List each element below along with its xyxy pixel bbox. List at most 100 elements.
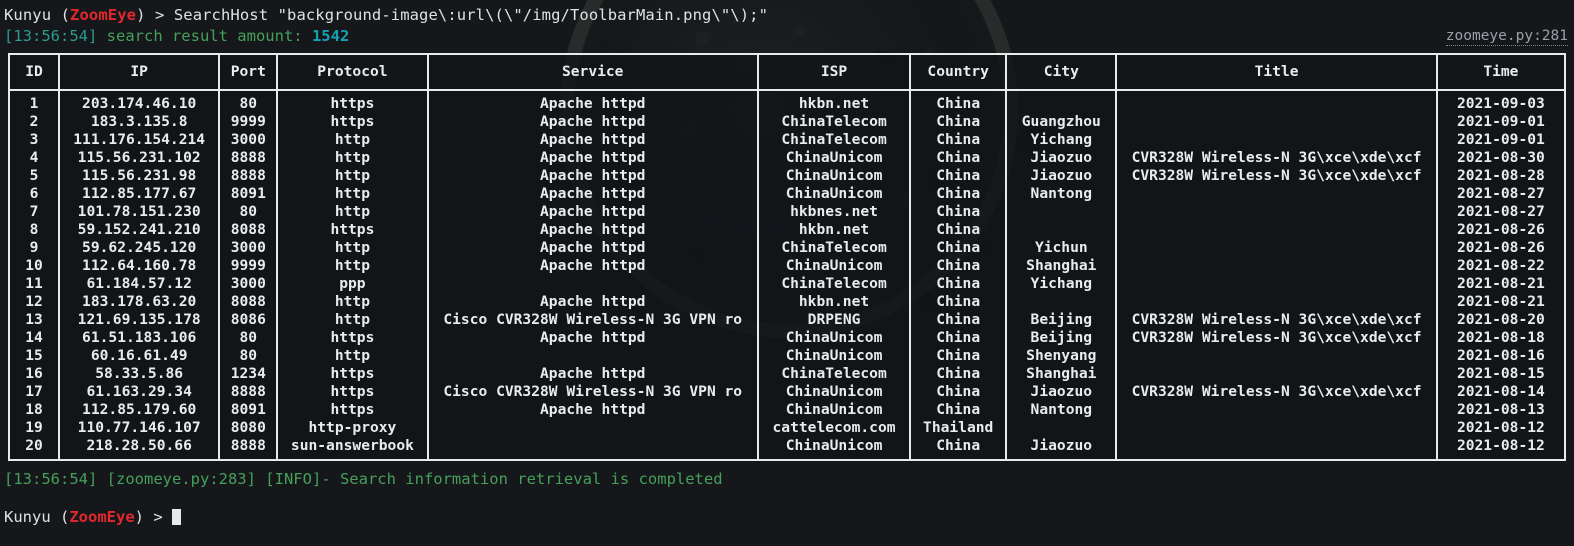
prompt-app-name-2: ZoomEye xyxy=(69,508,135,526)
search-result-amount-line: [13:56:54] search result amount: 1542 xyxy=(0,24,1574,45)
table-row[interactable]: 17 61.163.29.34 8888 https Cisco CVR328W Wir… xyxy=(8,383,1566,401)
cell-id: 9 xyxy=(8,239,59,257)
table-row[interactable]: 9 59.62.245.120 3000 http Apache httpd ChinaT… xyxy=(8,239,1566,257)
column-header-isp[interactable]: ISP xyxy=(756,53,910,91)
cell-title xyxy=(1115,239,1436,257)
cell-time: 2021-09-01 xyxy=(1435,113,1566,131)
cell-title xyxy=(1115,275,1436,293)
column-header-id[interactable]: ID xyxy=(8,53,59,91)
cell-city xyxy=(1005,419,1116,437)
input-prompt-line[interactable]: Kunyu (ZoomEye) > xyxy=(0,489,1574,527)
text-cursor[interactable] xyxy=(172,509,182,525)
table-row[interactable]: 20 218.28.50.66 8888 sun-answerbook ChinaUni… xyxy=(8,437,1566,461)
cell-service: Apache httpd xyxy=(426,149,757,167)
prompt-close-paren: ) xyxy=(136,6,155,24)
cell-id: 11 xyxy=(8,275,59,293)
cell-title xyxy=(1115,293,1436,311)
cell-ip: 61.51.183.106 xyxy=(58,329,219,347)
cell-ip: 115.56.231.102 xyxy=(58,149,219,167)
table-row[interactable]: 11 61.184.57.12 3000 ppp ChinaTelecom China Yi… xyxy=(8,275,1566,293)
cell-time: 2021-08-12 xyxy=(1435,419,1566,437)
column-header-port[interactable]: Port xyxy=(218,53,277,91)
cell-title xyxy=(1115,401,1436,419)
cell-id: 19 xyxy=(8,419,59,437)
cell-id: 8 xyxy=(8,221,59,239)
cell-ip: 112.64.160.78 xyxy=(58,257,219,275)
column-header-time[interactable]: Time xyxy=(1435,53,1566,91)
cell-city: Shanghai xyxy=(1005,365,1116,383)
cell-country: China xyxy=(909,149,1006,167)
cell-protocol: http xyxy=(276,131,427,149)
column-header-service[interactable]: Service xyxy=(426,53,757,91)
cell-service: Cisco CVR328W Wireless-N 3G VPN ro xyxy=(426,383,757,401)
cell-service: Apache httpd xyxy=(426,365,757,383)
command-text: SearchHost "background-image\:url\(\"/im… xyxy=(173,6,769,24)
column-header-country[interactable]: Country xyxy=(909,53,1006,91)
cell-port: 8888 xyxy=(218,167,277,185)
log-message: Search information retrieval is complete… xyxy=(339,470,723,488)
table-row[interactable]: 10 112.64.160.78 9999 http Apache httpd China… xyxy=(8,257,1566,275)
cell-isp: ChinaTelecom xyxy=(756,239,910,257)
table-row[interactable]: 2 183.3.135.8 9999 https Apache httpd ChinaTe… xyxy=(8,113,1566,131)
terminal-window: Kunyu (ZoomEye) > SearchHost "background… xyxy=(0,0,1574,546)
column-header-protocol[interactable]: Protocol xyxy=(276,53,427,91)
result-amount-value: 1542 xyxy=(311,27,350,45)
cell-service: Apache httpd xyxy=(426,167,757,185)
table-row[interactable]: 18 112.85.179.60 8091 https Apache httpd Chin… xyxy=(8,401,1566,419)
cell-time: 2021-08-28 xyxy=(1435,167,1566,185)
cell-protocol: https xyxy=(276,221,427,239)
table-row[interactable]: 1 203.174.46.10 80 https Apache httpd hkbn.ne… xyxy=(8,91,1566,113)
cell-id: 4 xyxy=(8,149,59,167)
cell-ip: 203.174.46.10 xyxy=(58,91,219,113)
search-results-table: ID IP Port Protocol Service ISP Country City Tit… xyxy=(8,53,1566,461)
command-prompt-line: Kunyu (ZoomEye) > SearchHost "background… xyxy=(0,0,1574,24)
cell-ip: 110.77.146.107 xyxy=(58,419,219,437)
cell-time: 2021-08-30 xyxy=(1435,149,1566,167)
column-header-city[interactable]: City xyxy=(1005,53,1116,91)
cell-city: Jiaozuo xyxy=(1005,383,1116,401)
table-row[interactable]: 14 61.51.183.106 80 https Apache httpd ChinaU… xyxy=(8,329,1566,347)
cell-service: Apache httpd xyxy=(426,293,757,311)
prompt-symbol-2: > xyxy=(153,508,173,526)
cell-city: Shanghai xyxy=(1005,257,1116,275)
table-row[interactable]: 13 121.69.135.178 8086 http Cisco CVR328W Wi… xyxy=(8,311,1566,329)
table-row[interactable]: 7 101.78.151.230 80 http Apache httpd hkbnes.… xyxy=(8,203,1566,221)
table-row[interactable]: 19 110.77.146.107 8080 http-proxy cattelecom… xyxy=(8,419,1566,437)
cell-protocol: https xyxy=(276,383,427,401)
column-header-ip[interactable]: IP xyxy=(58,53,219,91)
cell-city: Yichang xyxy=(1005,131,1116,149)
table-row[interactable]: 5 115.56.231.98 8888 http Apache httpd ChinaU… xyxy=(8,167,1566,185)
cell-time: 2021-08-27 xyxy=(1435,185,1566,203)
table-header-row: ID IP Port Protocol Service ISP Country City Tit… xyxy=(8,53,1566,91)
cell-city: Nantong xyxy=(1005,185,1116,203)
cell-time: 2021-08-22 xyxy=(1435,257,1566,275)
prompt-app-name: ZoomEye xyxy=(70,6,137,24)
cell-port: 80 xyxy=(218,91,277,113)
table-row[interactable]: 15 60.16.61.49 80 http ChinaUnicom China Sheny… xyxy=(8,347,1566,365)
cell-port: 8091 xyxy=(218,401,277,419)
cell-country: China xyxy=(909,437,1006,461)
cell-id: 6 xyxy=(8,185,59,203)
cell-protocol: http-proxy xyxy=(276,419,427,437)
table-row[interactable]: 3 111.176.154.214 3000 http Apache httpd Chin… xyxy=(8,131,1566,149)
cell-ip: 112.85.177.67 xyxy=(58,185,219,203)
cell-country: China xyxy=(909,131,1006,149)
cell-isp: ChinaUnicom xyxy=(756,329,910,347)
table-row[interactable]: 4 115.56.231.102 8888 http Apache httpd China… xyxy=(8,149,1566,167)
table-row[interactable]: 8 59.152.241.210 8088 https Apache httpd hkbn… xyxy=(8,221,1566,239)
prompt-user-2: Kunyu xyxy=(4,508,51,526)
cell-ip: 58.33.5.86 xyxy=(58,365,219,383)
cell-service xyxy=(426,347,757,365)
cell-time: 2021-08-12 xyxy=(1435,437,1566,461)
table-row[interactable]: 16 58.33.5.86 1234 https Apache httpd ChinaTe… xyxy=(8,365,1566,383)
cell-isp: ChinaTelecom xyxy=(756,131,910,149)
cell-id: 10 xyxy=(8,257,59,275)
cell-title: CVR328W Wireless-N 3G\xce\xde\xcf xyxy=(1115,383,1436,401)
cell-ip: 115.56.231.98 xyxy=(58,167,219,185)
table-row[interactable]: 12 183.178.63.20 8088 http Apache httpd hkbn.… xyxy=(8,293,1566,311)
cell-port: 9999 xyxy=(218,113,277,131)
table-body: 1 203.174.46.10 80 https Apache httpd hkbn.ne… xyxy=(8,91,1566,461)
column-header-title[interactable]: Title xyxy=(1115,53,1436,91)
cell-city: Guangzhou xyxy=(1005,113,1116,131)
table-row[interactable]: 6 112.85.177.67 8091 http Apache httpd ChinaU… xyxy=(8,185,1566,203)
